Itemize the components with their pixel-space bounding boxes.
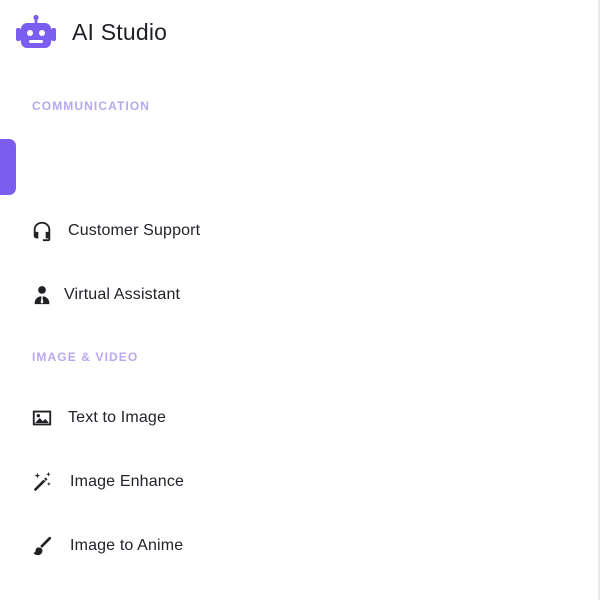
nav-item-label: Customer Support: [68, 222, 201, 239]
magic-wand-icon: [30, 470, 54, 494]
image-icon: [30, 406, 54, 430]
nav-item-label: Image Enhance: [70, 473, 185, 490]
nav-item-label: Text to Image: [68, 409, 166, 426]
section-title-communication: COMMUNICATION: [32, 99, 151, 113]
brush-icon: [30, 534, 54, 558]
nav-item-image-enhance[interactable]: Image Enhance: [30, 466, 184, 498]
headset-icon: [30, 219, 54, 243]
robot-icon: [16, 14, 56, 48]
nav-item-virtual-assistant[interactable]: Virtual Assistant: [30, 279, 180, 311]
nav-item-text-to-image[interactable]: Text to Image: [30, 402, 166, 434]
person-tie-icon: [30, 283, 54, 307]
sidebar: AI Studio COMMUNICATION Customer Support…: [0, 0, 600, 600]
nav-item-label: Virtual Assistant: [64, 286, 181, 303]
app-title: AI Studio: [72, 18, 168, 45]
brand[interactable]: AI Studio: [15, 14, 167, 50]
nav-item-image-to-anime[interactable]: Image to Anime: [30, 530, 183, 562]
nav-item-label: Image to Anime: [70, 537, 184, 554]
active-item-indicator: [0, 139, 16, 195]
nav-item-customer-support[interactable]: Customer Support: [30, 215, 200, 247]
section-title-image-video: IMAGE & VIDEO: [32, 350, 139, 364]
